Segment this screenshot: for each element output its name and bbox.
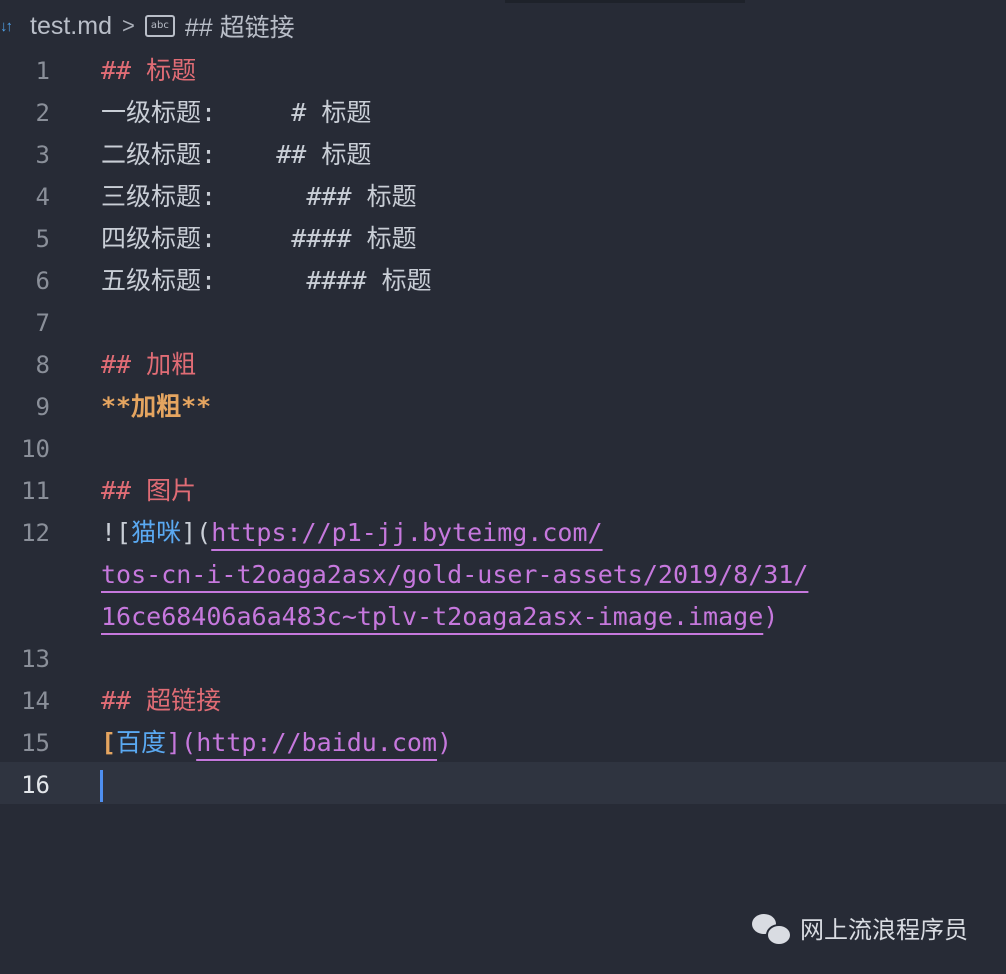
link-url[interactable]: https://p1-jj.byteimg.com/: [211, 518, 602, 547]
line-content: ## 标题: [101, 50, 196, 92]
line-number: 15: [21, 729, 50, 757]
line-number: 14: [21, 687, 50, 715]
watermark-text: 网上流浪程序员: [800, 916, 968, 944]
text-token: 四级标题: #### 标题: [101, 224, 417, 253]
text-token: ](: [181, 518, 212, 547]
chevron-right-icon: >: [121, 13, 135, 38]
text-token: ): [437, 728, 453, 757]
editor-text-area[interactable]: 1 ## 标题 2 一级标题: # 标题 3 二级标题: ## 标题 4 三级标题: ### …: [0, 50, 1006, 806]
code-line[interactable]: 2 一级标题: # 标题: [0, 92, 1006, 134]
code-line[interactable]: 4 三级标题: ### 标题: [0, 176, 1006, 218]
breadcrumb: ↓↑ test.md > abc ## 超链接: [0, 8, 295, 44]
text-token: ](: [166, 728, 197, 757]
heading-token: ## 标题: [101, 56, 197, 85]
text-cursor: [100, 770, 103, 802]
line-number: 7: [35, 309, 50, 337]
heading-token: ## 超链接: [101, 686, 222, 715]
line-number: 1: [35, 57, 50, 85]
line-content: 一级标题: # 标题: [101, 92, 371, 134]
line-content: 五级标题: #### 标题: [101, 260, 432, 302]
code-line[interactable]: 8 ## 加粗: [0, 344, 1006, 386]
code-line[interactable]: 7: [0, 302, 1006, 344]
code-line[interactable]: 3 二级标题: ## 标题: [0, 134, 1006, 176]
code-line[interactable]: 10: [0, 428, 1006, 470]
line-number: 13: [21, 645, 50, 673]
markdown-icon: ↓↑: [0, 17, 13, 35]
line-content: **加粗**: [101, 386, 211, 428]
line-number: 12: [21, 519, 50, 547]
text-token: ![: [101, 518, 132, 547]
line-content: 三级标题: ### 标题: [101, 176, 417, 218]
line-number: 5: [35, 225, 50, 253]
code-line[interactable]: 15 [百度](http://baidu.com): [0, 722, 1006, 764]
code-line[interactable]: 5 四级标题: #### 标题: [0, 218, 1006, 260]
text-token: 百度: [116, 728, 167, 757]
heading-token: ## 加粗: [101, 350, 197, 379]
text-token: ): [763, 602, 779, 631]
code-line[interactable]: 1 ## 标题: [0, 50, 1006, 92]
text-token: 猫咪: [131, 518, 182, 547]
line-content: ## 图片: [101, 470, 196, 512]
code-line[interactable]: 11 ## 图片: [0, 470, 1006, 512]
line-number: 3: [35, 141, 50, 169]
code-line[interactable]: 16: [0, 764, 1006, 806]
line-content: ## 超链接: [101, 680, 221, 722]
text-token: [: [101, 728, 117, 757]
line-content: 四级标题: #### 标题: [101, 218, 417, 260]
line-number: 6: [35, 267, 50, 295]
line-number: 4: [35, 183, 50, 211]
line-content: 二级标题: ## 标题: [101, 134, 371, 176]
code-line[interactable]: 12 ![猫咪](https://p1-jj.byteimg.com/: [0, 512, 1006, 554]
line-content: 16ce68406a6a483c~tplv-t2oaga2asx-image.i…: [101, 596, 778, 638]
code-line[interactable]: 16ce68406a6a483c~tplv-t2oaga2asx-image.i…: [0, 596, 1006, 638]
breadcrumb-filename[interactable]: test.md: [30, 12, 112, 41]
line-content: ## 加粗: [101, 344, 196, 386]
breadcrumb-bar: ↓↑ test.md > abc ## 超链接: [0, 0, 1006, 50]
line-number: 9: [35, 393, 50, 421]
code-line[interactable]: 14 ## 超链接: [0, 680, 1006, 722]
code-line[interactable]: 13: [0, 638, 1006, 680]
code-line[interactable]: tos-cn-i-t2oaga2asx/gold-user-assets/201…: [0, 554, 1006, 596]
line-number: 8: [35, 351, 50, 379]
code-line[interactable]: 9 **加粗**: [0, 386, 1006, 428]
line-content: [百度](http://baidu.com): [101, 722, 452, 764]
wechat-icon: [752, 912, 792, 946]
breadcrumb-symbol[interactable]: ## 超链接: [185, 8, 295, 44]
link-url[interactable]: 16ce68406a6a483c~tplv-t2oaga2asx-image.i…: [101, 602, 763, 631]
code-line[interactable]: 6 五级标题: #### 标题: [0, 260, 1006, 302]
tab-strip-edge: [505, 0, 745, 3]
text-token: 三级标题: ### 标题: [101, 182, 417, 211]
abc-symbol-icon: abc: [144, 15, 175, 37]
link-url[interactable]: tos-cn-i-t2oaga2asx/gold-user-assets/201…: [101, 560, 808, 589]
line-number: 10: [21, 435, 50, 463]
link-url[interactable]: http://baidu.com: [196, 728, 437, 757]
text-token: **加粗**: [101, 392, 212, 421]
watermark: 网上流浪程序员: [752, 910, 968, 946]
text-token: 一级标题: # 标题: [101, 98, 372, 127]
heading-token: ## 图片: [101, 476, 197, 505]
line-number: 11: [21, 477, 50, 505]
line-number: 16: [21, 771, 50, 799]
text-token: 五级标题: #### 标题: [101, 266, 432, 295]
line-content: ![猫咪](https://p1-jj.byteimg.com/: [101, 512, 603, 554]
text-token: 二级标题: ## 标题: [101, 140, 372, 169]
line-content: tos-cn-i-t2oaga2asx/gold-user-assets/201…: [101, 554, 808, 596]
line-number: 2: [35, 99, 50, 127]
